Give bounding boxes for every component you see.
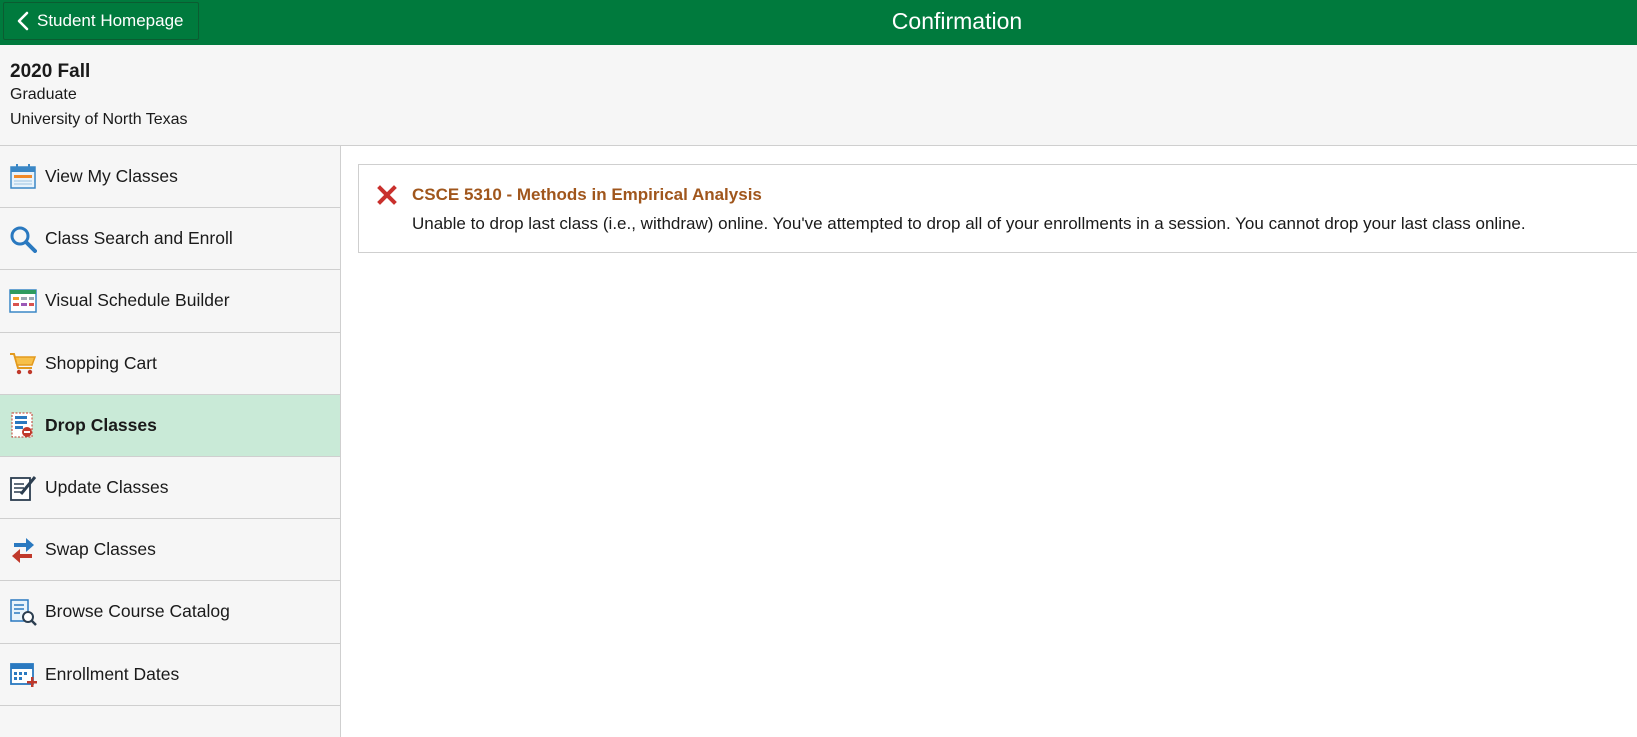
update-classes-icon <box>8 473 38 503</box>
chevron-left-icon <box>17 11 29 31</box>
term-context-panel: 2020 Fall Graduate University of North T… <box>0 45 1637 146</box>
schedule-builder-icon <box>8 286 38 316</box>
error-message-box: CSCE 5310 - Methods in Empirical Analysi… <box>358 164 1637 253</box>
sidebar-item-label: Class Search and Enroll <box>45 228 233 249</box>
sidebar-item-drop-classes[interactable]: Drop Classes <box>0 394 340 457</box>
calendar-icon <box>8 162 38 192</box>
course-title: CSCE 5310 - Methods in Empirical Analysi… <box>412 185 762 204</box>
sidebar-item-label: Shopping Cart <box>45 352 157 373</box>
sidebar-item-browse-course-catalog[interactable]: Browse Course Catalog <box>0 581 340 644</box>
institution-label: University of North Texas <box>10 111 188 128</box>
sidebar-item-update-classes[interactable]: Update Classes <box>0 457 340 520</box>
back-button[interactable]: Student Homepage <box>3 2 199 40</box>
sidebar-item-label: Swap Classes <box>45 539 156 560</box>
swap-arrows-icon <box>8 535 38 565</box>
sidebar-item-label: Browse Course Catalog <box>45 601 230 622</box>
term-label: 2020 Fall <box>10 61 91 82</box>
main-content: CSCE 5310 - Methods in Empirical Analysi… <box>341 146 1637 737</box>
calendar-add-icon <box>8 659 38 689</box>
sidebar-item-view-my-classes[interactable]: View My Classes <box>0 146 340 209</box>
top-banner: Student Homepage Confirmation <box>0 0 1637 45</box>
sidebar-item-visual-schedule-builder[interactable]: Visual Schedule Builder <box>0 270 340 333</box>
sidebar-item-shopping-cart[interactable]: Shopping Cart <box>0 333 340 395</box>
error-detail-text: Unable to drop last class (i.e., withdra… <box>412 214 1526 233</box>
sidebar-item-class-search[interactable]: Class Search and Enroll <box>0 208 340 271</box>
sidebar-item-label: Update Classes <box>45 477 169 498</box>
shopping-cart-icon <box>8 348 38 378</box>
search-icon <box>8 224 38 254</box>
sidebar-item-label: Drop Classes <box>45 414 157 435</box>
career-label: Graduate <box>10 86 77 103</box>
sidebar-item-label: Visual Schedule Builder <box>45 290 230 311</box>
sidebar-item-label: Enrollment Dates <box>45 663 180 684</box>
sidebar-item-label: View My Classes <box>45 166 178 187</box>
sidebar-item-enrollment-dates[interactable]: Enrollment Dates <box>0 644 340 706</box>
sidebar-item-swap-classes[interactable]: Swap Classes <box>0 519 340 582</box>
drop-classes-icon <box>8 410 38 440</box>
page-title: Confirmation <box>891 8 1023 34</box>
error-x-icon <box>377 185 397 210</box>
catalog-search-icon <box>8 597 38 627</box>
sidebar-nav: View My Classes Class Search and Enroll … <box>0 146 341 737</box>
back-button-label: Student Homepage <box>37 11 184 30</box>
